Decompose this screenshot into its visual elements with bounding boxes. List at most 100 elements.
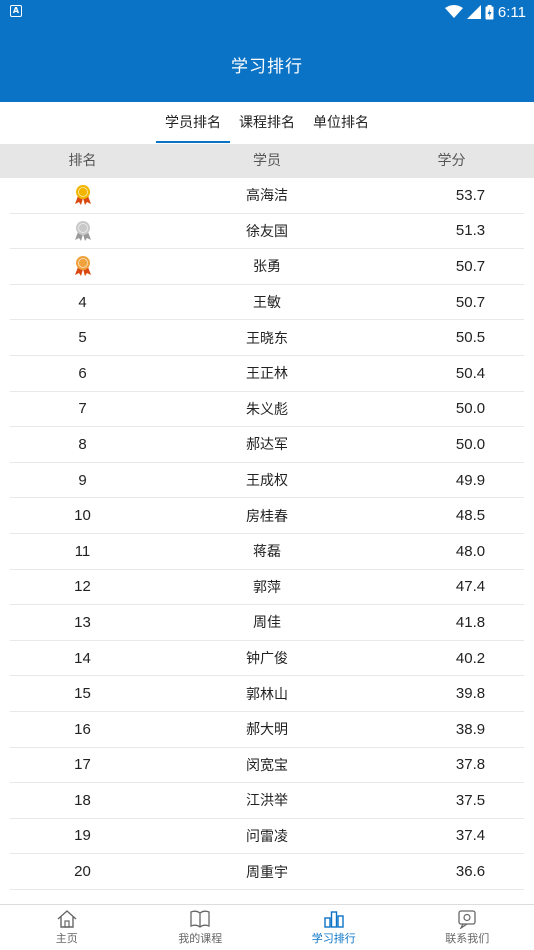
- row-rank: [10, 255, 155, 277]
- row-student-name: 郝达军: [246, 437, 288, 454]
- row-rank: 12: [74, 578, 91, 596]
- bronze-medal-icon: [74, 256, 91, 277]
- nav-home-label: 主页: [55, 932, 78, 945]
- row-rank: [10, 184, 155, 206]
- row-score: 39.8: [455, 685, 486, 703]
- table-row: 19 问雷凌 37.4: [10, 819, 524, 855]
- signal-icon: [466, 5, 481, 19]
- table-row: 18 江洪举 37.5: [10, 783, 524, 819]
- row-rank: 6: [78, 364, 87, 382]
- row-student-name: 房桂春: [246, 508, 288, 525]
- table-row: 12 郭萍 47.4: [10, 570, 524, 606]
- tab-unit-ranking[interactable]: 单位排名: [304, 102, 378, 144]
- row-score: 50.7: [455, 257, 486, 275]
- row-score: 50.0: [455, 435, 486, 453]
- row-score: 50.7: [455, 293, 486, 311]
- row-score: 38.9: [455, 720, 486, 738]
- table-row: 张勇 50.7: [10, 249, 524, 285]
- row-student-name: 郭林山: [246, 686, 288, 703]
- row-rank: 16: [74, 720, 91, 738]
- nav-contact-us-label: 联系我们: [445, 932, 490, 945]
- table-row: 13 周佳 41.8: [10, 605, 524, 641]
- row-rank: 14: [74, 649, 91, 667]
- gold-medal-icon: [74, 185, 91, 206]
- row-score: 40.2: [455, 649, 486, 667]
- row-rank: 20: [74, 863, 91, 881]
- table-row: 5 王晓东 50.5: [10, 320, 524, 356]
- home-icon: [57, 910, 77, 928]
- row-score: 47.4: [455, 578, 486, 596]
- silver-medal-icon: [74, 220, 91, 241]
- row-student-name: 周佳: [253, 615, 281, 632]
- bottom-nav: 主页 我的课程 学习排行 联系我们: [0, 904, 534, 950]
- row-student-name: 朱义彪: [246, 401, 288, 418]
- row-score: 48.0: [455, 542, 486, 560]
- row-score: 36.6: [455, 863, 486, 881]
- ranking-table: 高海洁 53.7 徐友国 51.3 张勇 50.7 4 王敏 50.7 5 王晓东 50.5 6 王正林 5…: [0, 178, 534, 890]
- app-notification-icon: A: [10, 5, 22, 17]
- row-student-name: 王敏: [253, 295, 281, 312]
- nav-my-courses-label: 我的课程: [178, 932, 223, 945]
- table-row: 17 闵宽宝 37.8: [10, 748, 524, 784]
- nav-home[interactable]: 主页: [0, 905, 134, 950]
- book-icon: [190, 910, 210, 928]
- row-rank: [10, 220, 155, 242]
- table-row: 9 王成权 49.9: [10, 463, 524, 499]
- table-row: 6 王正林 50.4: [10, 356, 524, 392]
- row-score: 53.7: [455, 186, 486, 204]
- row-rank: 17: [74, 756, 91, 774]
- ranking-icon: [324, 911, 344, 928]
- row-rank: 4: [78, 293, 87, 311]
- chat-icon: [458, 910, 476, 929]
- row-student-name: 王成权: [246, 473, 288, 490]
- clock: 6:11: [497, 3, 526, 21]
- row-student-name: 周重宇: [246, 864, 288, 881]
- row-rank: 10: [74, 507, 91, 525]
- nav-contact-us[interactable]: 联系我们: [401, 905, 534, 950]
- row-rank: 7: [78, 400, 87, 418]
- row-student-name: 王晓东: [246, 330, 288, 347]
- table-row: 高海洁 53.7: [10, 178, 524, 214]
- row-student-name: 闵宽宝: [246, 757, 288, 774]
- row-student-name: 江洪举: [246, 793, 288, 810]
- row-score: 50.0: [455, 400, 486, 418]
- row-student-name: 张勇: [253, 259, 281, 276]
- nav-ranking-label: 学习排行: [311, 932, 356, 945]
- row-score: 37.8: [455, 756, 486, 774]
- row-rank: 19: [74, 827, 91, 845]
- row-student-name: 问雷凌: [246, 828, 288, 845]
- table-row: 4 王敏 50.7: [10, 285, 524, 321]
- table-row: 16 郝大明 38.9: [10, 712, 524, 748]
- app-bar: 学习排行: [0, 24, 534, 102]
- header-rank: 排名: [68, 153, 97, 169]
- table-row: 20 周重宇 36.6: [10, 854, 524, 890]
- row-student-name: 高海洁: [246, 188, 288, 205]
- table-header: 排名 学员 学分: [0, 144, 534, 178]
- table-row: 15 郭林山 39.8: [10, 676, 524, 712]
- row-score: 51.3: [455, 222, 486, 240]
- status-icons: 6:11: [444, 3, 526, 21]
- row-student-name: 钟广俊: [246, 651, 288, 668]
- nav-ranking[interactable]: 学习排行: [267, 905, 401, 950]
- tab-student-ranking[interactable]: 学员排名: [156, 102, 230, 144]
- header-score: 学分: [437, 153, 466, 169]
- row-score: 37.4: [455, 827, 486, 845]
- row-student-name: 郭萍: [253, 579, 281, 596]
- row-score: 50.5: [455, 329, 486, 347]
- tab-bar: 学员排名 课程排名 单位排名: [0, 102, 534, 144]
- table-row: 8 郝达军 50.0: [10, 427, 524, 463]
- wifi-icon: [444, 5, 463, 18]
- table-row: 10 房桂春 48.5: [10, 498, 524, 534]
- table-row: 14 钟广俊 40.2: [10, 641, 524, 677]
- row-score: 41.8: [455, 613, 486, 631]
- table-row: 11 蒋磊 48.0: [10, 534, 524, 570]
- tab-course-ranking[interactable]: 课程排名: [230, 102, 304, 144]
- row-student-name: 蒋磊: [253, 544, 281, 561]
- battery-icon: [485, 4, 494, 19]
- header-student: 学员: [253, 153, 281, 169]
- row-rank: 11: [74, 542, 91, 560]
- row-rank: 8: [78, 435, 87, 453]
- nav-my-courses[interactable]: 我的课程: [134, 905, 268, 950]
- page-title: 学习排行: [231, 57, 303, 77]
- row-student-name: 郝大明: [246, 722, 288, 739]
